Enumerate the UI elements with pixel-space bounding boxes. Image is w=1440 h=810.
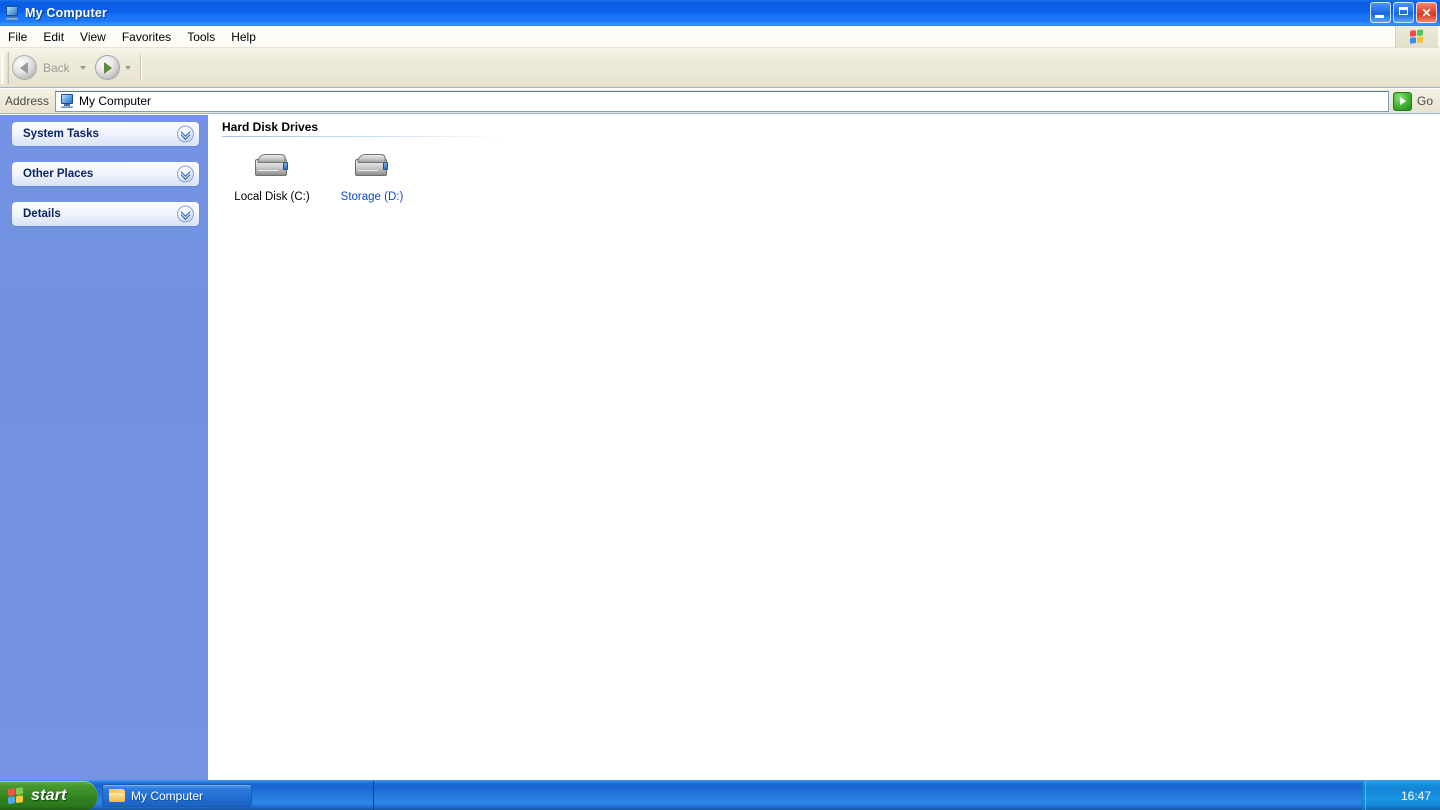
taskbar-window-list: My Computer bbox=[97, 781, 1362, 810]
clock[interactable]: 16:47 bbox=[1401, 789, 1431, 803]
maximize-icon bbox=[1399, 7, 1408, 15]
menu-item-edit[interactable]: Edit bbox=[35, 27, 72, 47]
menu-item-tools[interactable]: Tools bbox=[179, 27, 223, 47]
chevron-double-down-icon[interactable] bbox=[177, 125, 194, 143]
back-button[interactable]: Back bbox=[9, 51, 78, 85]
maximize-button[interactable] bbox=[1393, 2, 1414, 23]
address-input-value: My Computer bbox=[79, 94, 152, 108]
start-button-label: start bbox=[31, 787, 67, 804]
sidebar-panel-title: Details bbox=[23, 208, 61, 220]
windows-flag-icon bbox=[1409, 29, 1425, 45]
back-button-label: Back bbox=[43, 60, 70, 75]
close-icon: ✕ bbox=[1421, 5, 1432, 20]
my-computer-icon bbox=[59, 93, 75, 109]
task-pane-sidebar: System Tasks Other Places Details bbox=[0, 115, 209, 780]
taskbar-separator bbox=[373, 781, 374, 810]
file-list-pane: Hard Disk Drives Local Disk (C:) Storage… bbox=[210, 115, 1440, 780]
minimize-icon bbox=[1375, 15, 1384, 18]
sidebar-panel-title: Other Places bbox=[23, 168, 94, 180]
explorer-body: System Tasks Other Places Details Hard D… bbox=[0, 115, 1440, 780]
menu-item-favorites[interactable]: Favorites bbox=[114, 27, 179, 47]
back-history-chevron-down-icon[interactable] bbox=[79, 65, 86, 70]
taskbar-item-label: My Computer bbox=[131, 788, 204, 803]
navigation-toolbar: Back bbox=[0, 48, 1440, 88]
menu-item-file[interactable]: File bbox=[0, 27, 35, 47]
sidebar-panel-title: System Tasks bbox=[23, 128, 99, 140]
back-arrow-icon bbox=[12, 55, 37, 80]
toolbar-gripper[interactable] bbox=[1, 51, 9, 84]
toolbar-empty-area bbox=[145, 48, 1440, 87]
system-tray: 16:47 bbox=[1362, 781, 1440, 810]
drive-label-storage-d: Storage (D:) bbox=[340, 191, 404, 203]
list-item[interactable]: Storage (D:) bbox=[322, 149, 422, 204]
window-titlebar: My Computer ✕ bbox=[0, 0, 1440, 26]
minimize-button[interactable] bbox=[1370, 2, 1391, 23]
hard-drive-icon bbox=[353, 151, 391, 181]
address-bar-label: Address bbox=[5, 94, 50, 108]
forward-button[interactable] bbox=[92, 51, 123, 85]
list-item[interactable]: Local Disk (C:) bbox=[222, 149, 322, 204]
forward-arrow-icon bbox=[94, 55, 120, 80]
sidebar-panel-details[interactable]: Details bbox=[12, 202, 199, 226]
menu-item-view[interactable]: View bbox=[72, 27, 114, 47]
group-header-hard-disk-drives: Hard Disk Drives bbox=[222, 120, 319, 134]
toolbar-separator bbox=[139, 54, 142, 81]
drives-grid: Local Disk (C:) Storage (D:) bbox=[210, 137, 1440, 204]
taskbar-item-my-computer[interactable]: My Computer bbox=[102, 784, 252, 807]
windows-flag-banner bbox=[1395, 26, 1438, 48]
sidebar-panel-system-tasks[interactable]: System Tasks bbox=[12, 122, 199, 146]
window-controls: ✕ bbox=[1370, 2, 1437, 23]
chevron-double-down-icon[interactable] bbox=[177, 165, 194, 183]
drive-label-local-disk-c: Local Disk (C:) bbox=[234, 191, 310, 203]
chevron-double-down-icon[interactable] bbox=[177, 205, 194, 223]
menu-item-help[interactable]: Help bbox=[223, 27, 264, 47]
window-title: My Computer bbox=[25, 6, 108, 20]
taskbar: start My Computer 16:47 bbox=[0, 780, 1440, 810]
menu-bar: File Edit View Favorites Tools Help bbox=[0, 26, 1440, 48]
forward-history-chevron-down-icon[interactable] bbox=[124, 65, 131, 70]
sidebar-panel-other-places[interactable]: Other Places bbox=[12, 162, 199, 186]
go-arrow-icon bbox=[1392, 91, 1412, 111]
my-computer-icon bbox=[4, 5, 20, 21]
go-button-label: Go bbox=[1416, 94, 1433, 108]
folder-icon bbox=[109, 789, 125, 802]
address-bar: Address My Computer Go bbox=[0, 89, 1440, 114]
hard-drive-icon bbox=[253, 151, 291, 181]
close-button[interactable]: ✕ bbox=[1416, 2, 1437, 23]
start-button[interactable]: start bbox=[0, 781, 97, 810]
windows-flag-icon bbox=[8, 787, 25, 805]
go-button[interactable]: Go bbox=[1391, 89, 1440, 114]
address-input[interactable]: My Computer bbox=[55, 90, 1389, 112]
windows-xp-desktop: My Computer ✕ File Edit View Favorites T… bbox=[0, 0, 1440, 810]
